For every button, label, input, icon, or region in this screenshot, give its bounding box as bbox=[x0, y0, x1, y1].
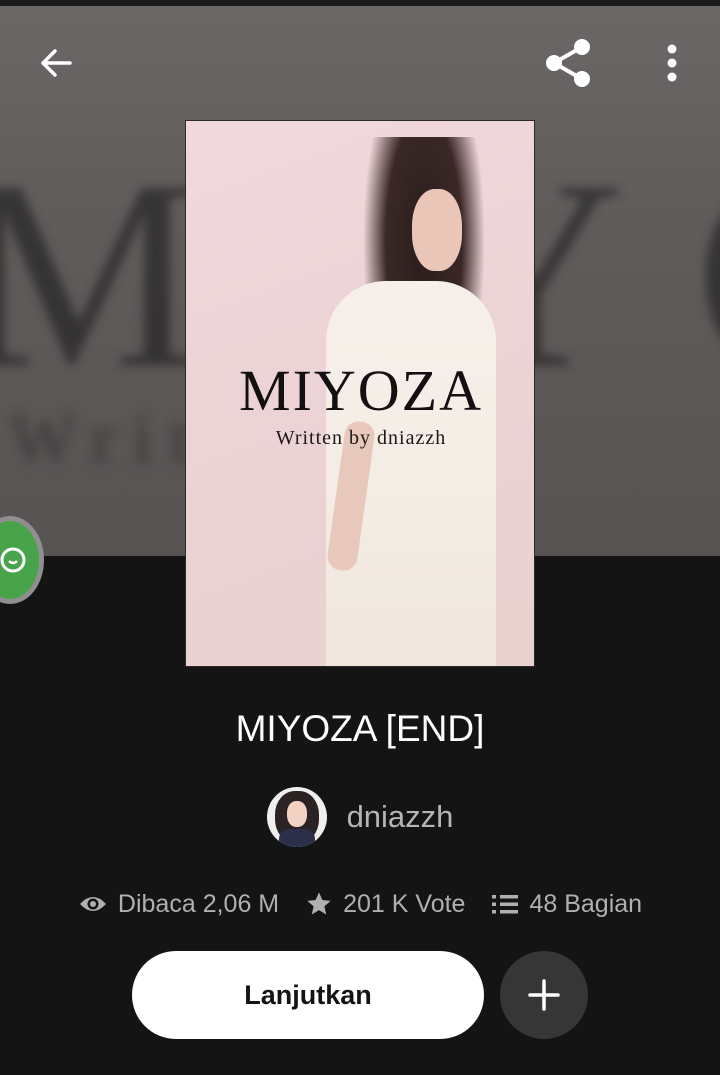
share-icon bbox=[546, 39, 590, 87]
star-icon bbox=[307, 892, 331, 915]
list-icon bbox=[492, 895, 519, 914]
eye-icon bbox=[79, 897, 106, 911]
more-options-button[interactable] bbox=[644, 35, 700, 91]
plus-icon bbox=[528, 979, 560, 1011]
chat-bubble-icon bbox=[0, 547, 26, 573]
author-avatar[interactable] bbox=[266, 787, 327, 847]
add-to-library-button[interactable] bbox=[500, 951, 588, 1039]
story-stats: Dibaca 2,06 M 201 K Vote 48 Bagian bbox=[0, 884, 720, 924]
parts-count: 48 Bagian bbox=[529, 889, 643, 918]
reads-count: Dibaca 2,06 M bbox=[117, 889, 280, 918]
arrow-left-icon bbox=[41, 49, 72, 77]
continue-reading-button[interactable]: Lanjutkan bbox=[132, 951, 484, 1039]
votes-count: 201 K Vote bbox=[343, 889, 466, 918]
book-cover[interactable]: MIYOZA Written by dniazzh bbox=[185, 120, 535, 667]
reads-stat: Dibaca 2,06 M bbox=[78, 890, 279, 919]
cover-title: MIYOZA bbox=[239, 358, 483, 423]
share-button[interactable] bbox=[540, 35, 596, 91]
author-row[interactable]: dniazzh bbox=[0, 787, 720, 847]
cover-subtitle: Written by dniazzh bbox=[275, 427, 447, 449]
author-name[interactable]: dniazzh bbox=[347, 799, 454, 835]
parts-stat: 48 Bagian bbox=[491, 890, 642, 919]
cover-figure-face bbox=[412, 189, 462, 271]
votes-stat: 201 K Vote bbox=[305, 890, 465, 919]
more-vertical-icon bbox=[667, 44, 677, 82]
status-bar-edge bbox=[0, 0, 720, 6]
back-button[interactable] bbox=[28, 35, 84, 91]
story-title: MIYOZA [END] bbox=[235, 708, 485, 749]
